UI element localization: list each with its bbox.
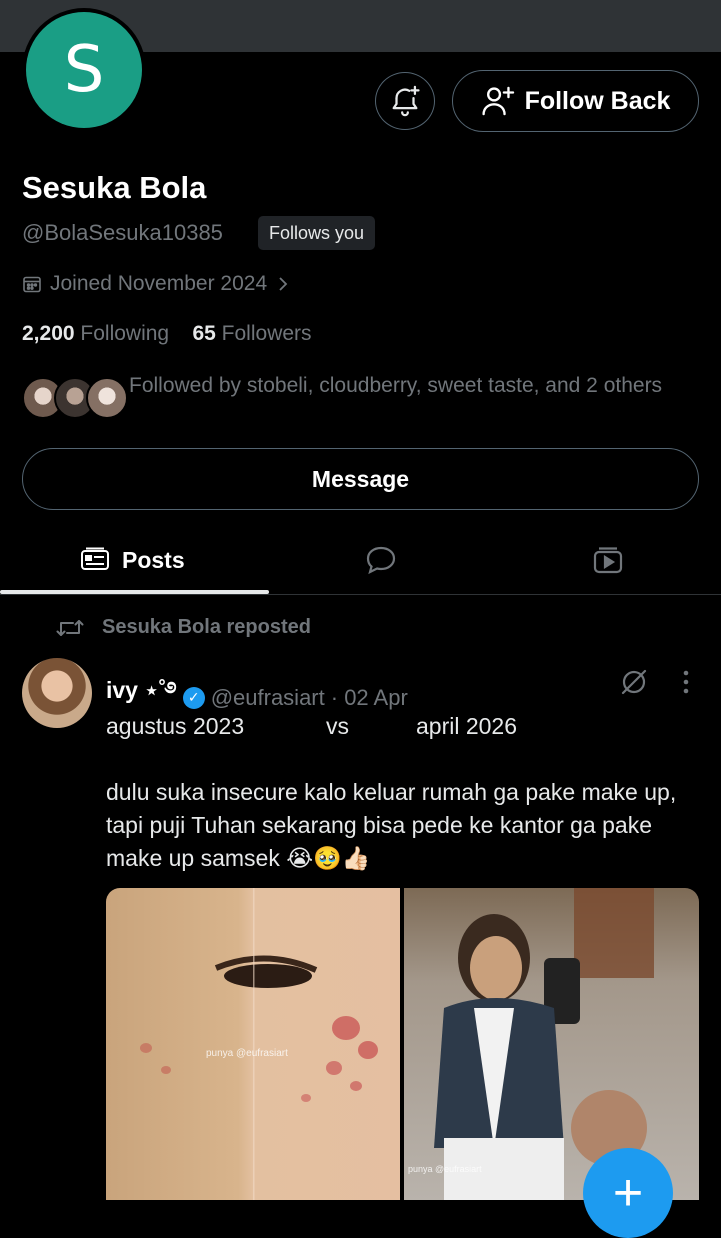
follow-back-button[interactable]: Follow Back <box>452 70 699 132</box>
followers-label: Followers <box>221 322 312 345</box>
more-vertical-icon <box>683 670 689 694</box>
person-plus-icon <box>482 86 514 116</box>
followers-count: 65 <box>192 322 216 345</box>
compose-button[interactable]: + <box>583 1148 673 1238</box>
verified-badge-icon: ✓ <box>182 686 205 709</box>
speech-bubble-icon <box>366 546 396 575</box>
followed-by-avatars[interactable] <box>22 377 128 419</box>
image-watermark: punya @eufrasiart <box>206 1048 288 1059</box>
post-image-before-after[interactable]: punya @eufrasiart <box>106 888 400 1200</box>
followed-by-text[interactable]: Followed by stobeli, cloudberry, sweet t… <box>129 372 689 399</box>
following-label: Following <box>80 322 170 345</box>
profile-avatar[interactable]: S <box>22 8 146 132</box>
follows-you-badge: Follows you <box>258 216 376 250</box>
post-text: dulu suka insecure kalo keluar rumah ga … <box>106 779 677 871</box>
avatar <box>86 377 128 419</box>
post-comparison-line: agustus 2023 vs april 2026 <box>106 710 706 743</box>
post-line-left: agustus 2023 <box>106 713 245 739</box>
profile-name: Sesuka Bola <box>22 170 207 205</box>
following-count: 2,200 <box>22 322 75 345</box>
post-author-handle[interactable]: @eufrasiart <box>211 685 325 711</box>
posts-icon <box>81 547 109 570</box>
grok-button[interactable] <box>620 668 648 701</box>
post-line-mid: vs <box>326 713 349 739</box>
tab-replies[interactable] <box>365 530 397 590</box>
calendar-icon <box>23 276 41 293</box>
tab-media[interactable] <box>593 530 623 590</box>
joined-date[interactable]: Joined November 2024 <box>22 272 291 296</box>
follow-back-label: Follow Back <box>524 86 671 115</box>
following-link[interactable]: 2,200 Following <box>22 322 169 345</box>
image-watermark: punya @eufrasiart <box>408 1164 482 1174</box>
followers-link[interactable]: 65 Followers <box>192 322 311 345</box>
notifications-button[interactable] <box>375 72 435 130</box>
follow-stats: 2,200 Following 65 Followers <box>22 322 312 346</box>
tab-posts-label: Posts <box>122 546 185 573</box>
post-image-mirror-selfie[interactable]: punya @eufrasiart <box>404 888 699 1200</box>
message-button[interactable]: Message <box>22 448 699 510</box>
avatar-letter: S <box>26 12 142 128</box>
tabs-divider <box>0 594 721 595</box>
post-date[interactable]: · 02 Apr <box>331 685 408 711</box>
bell-plus-icon <box>392 85 420 117</box>
post-line-right: april 2026 <box>416 713 518 739</box>
repost-context[interactable]: Sesuka Bola reposted <box>56 616 311 639</box>
video-icon <box>593 547 623 574</box>
profile-handle: @BolaSesuka10385 <box>22 220 223 245</box>
joined-label: Joined November 2024 <box>50 272 268 295</box>
chevron-right-icon <box>279 277 288 291</box>
tab-posts[interactable]: Posts <box>80 530 185 590</box>
repost-icon <box>56 619 84 636</box>
mirror-selfie-illustration <box>434 888 654 1200</box>
post-body: agustus 2023 vs april 2026 dulu suka ins… <box>106 710 706 875</box>
post-more-button[interactable] <box>680 668 692 701</box>
plus-icon: + <box>612 1164 644 1222</box>
grok-icon <box>621 669 647 695</box>
post-author-avatar[interactable] <box>22 658 92 728</box>
face-closeup-illustration <box>140 888 378 1200</box>
repost-label: Sesuka Bola reposted <box>102 616 311 638</box>
